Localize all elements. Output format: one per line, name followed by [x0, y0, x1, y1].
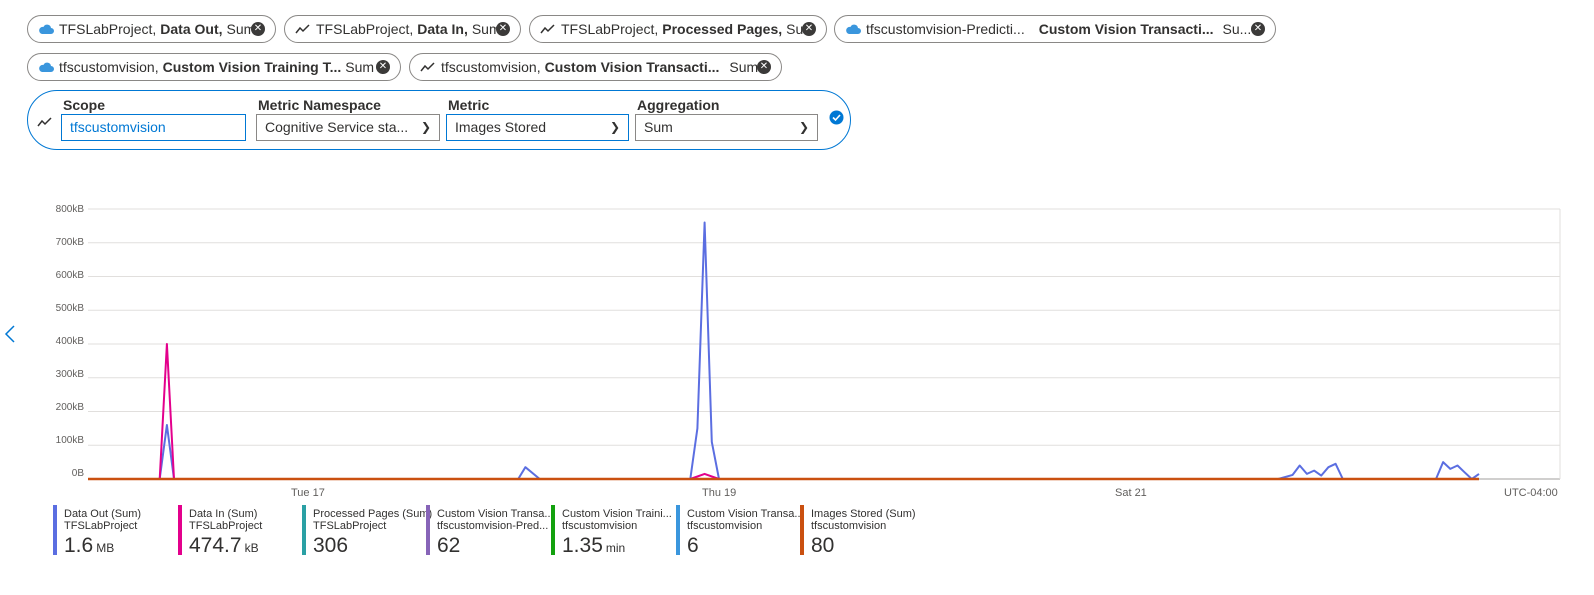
legend-value: 80	[811, 534, 835, 557]
legend-metric: Custom Vision Traini...	[562, 508, 672, 520]
legend-resource: tfscustomvision	[811, 520, 887, 532]
legend-resource: tfscustomvision	[562, 520, 638, 532]
legend-resource: TFSLabProject	[189, 520, 263, 532]
legend-resource: tfscustomvision	[687, 520, 763, 532]
legend-color-swatch	[426, 505, 430, 555]
line-chart	[88, 208, 1561, 481]
legend-item[interactable]: Custom Vision Transa... tfscustomvision …	[676, 505, 804, 557]
legend-resource: tfscustomvision-Pred...	[437, 520, 549, 532]
legend-metric: Data In (Sum)	[189, 508, 258, 520]
legend-metric: Data Out (Sum)	[64, 508, 142, 520]
legend-item[interactable]: Processed Pages (Sum) TFSLabProject 306	[302, 505, 432, 557]
legend-metric: Processed Pages (Sum)	[313, 508, 433, 520]
legend-color-swatch	[676, 505, 680, 555]
legend-value: 1.6 MB	[64, 534, 115, 557]
legend-metric: Images Stored (Sum)	[811, 508, 916, 520]
x-tick-label: Tue 17	[291, 487, 325, 499]
legend-unit: MB	[96, 541, 115, 555]
legend-value: 474.7 kB	[189, 534, 259, 557]
timezone-label: UTC-04:00	[1504, 487, 1558, 499]
legend-resource: TFSLabProject	[64, 520, 138, 532]
x-tick-label: Thu 19	[702, 487, 737, 499]
legend-item[interactable]: Custom Vision Transa... tfscustomvision-…	[426, 505, 554, 557]
series-line-data-out-sum	[88, 221, 1480, 480]
legend-item[interactable]: Data In (Sum) TFSLabProject 474.7 kB	[178, 505, 293, 557]
legend-unit: kB	[244, 541, 259, 555]
legend-value: 62	[437, 534, 461, 557]
legend-value: 6	[687, 534, 699, 557]
legend-color-swatch	[800, 505, 804, 555]
legend-item[interactable]: Custom Vision Traini... tfscustomvision …	[551, 505, 672, 557]
legend-color-swatch	[53, 505, 57, 555]
legend-item[interactable]: Data Out (Sum) TFSLabProject 1.6 MB	[53, 505, 168, 557]
legend-metric: Custom Vision Transa...	[437, 508, 554, 520]
legend-unit: min	[605, 541, 626, 555]
legend-value: 1.35 min	[562, 534, 626, 557]
legend-color-swatch	[551, 505, 555, 555]
legend-item[interactable]: Images Stored (Sum) tfscustomvision 80	[800, 505, 920, 557]
legend-color-swatch	[178, 505, 182, 555]
legend-metric: Custom Vision Transa...	[687, 508, 804, 520]
legend-value: 306	[313, 534, 349, 557]
legend-resource: TFSLabProject	[313, 520, 387, 532]
x-tick-label: Sat 21	[1115, 487, 1147, 499]
legend-color-swatch	[302, 505, 306, 555]
